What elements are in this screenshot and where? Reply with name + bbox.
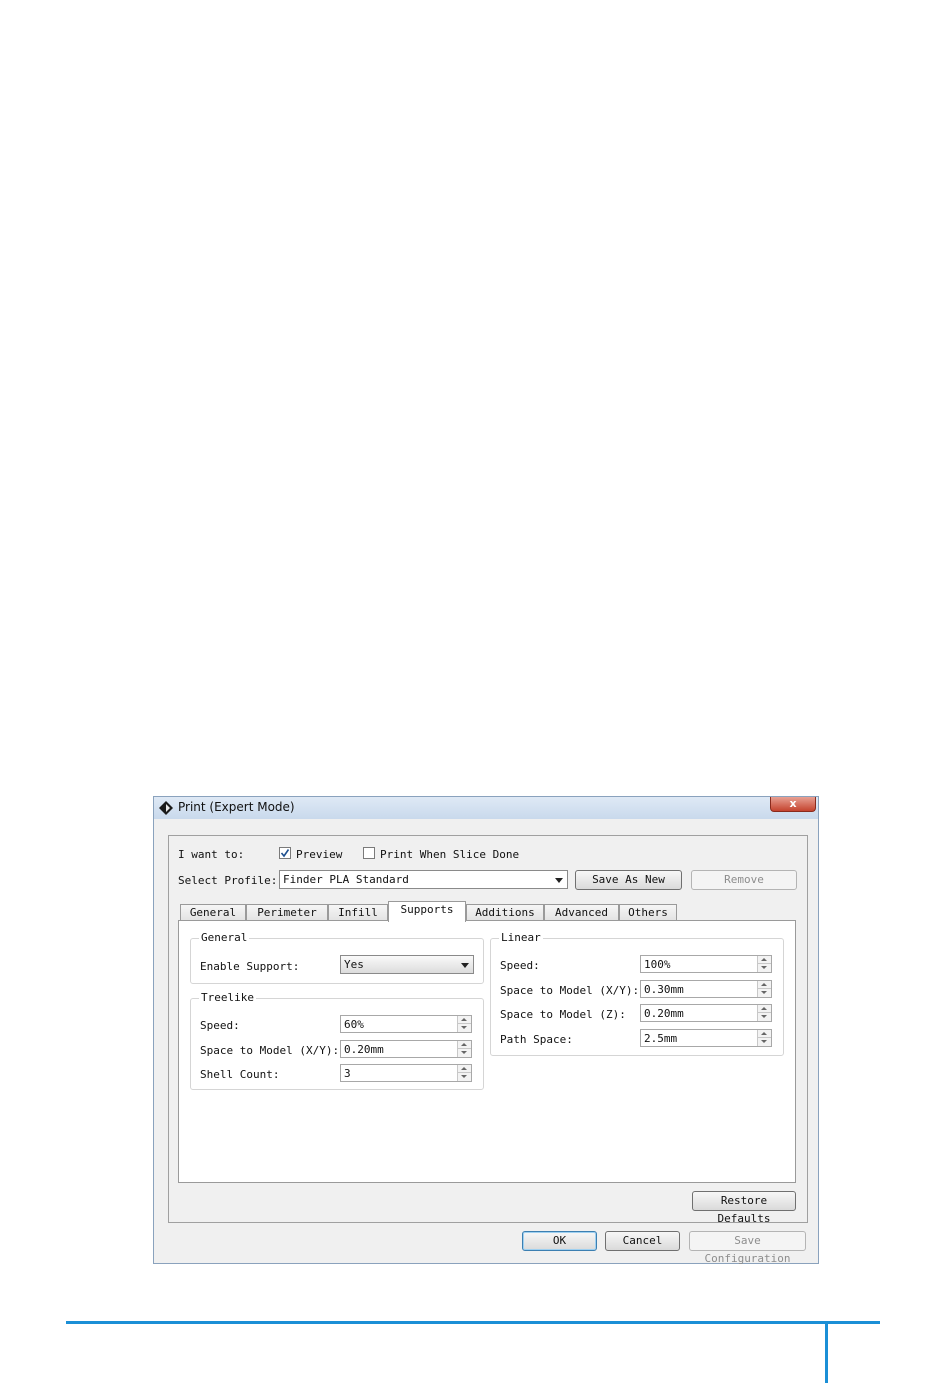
print-when-slice-done-checkbox[interactable] — [363, 847, 375, 859]
tab-others[interactable]: Others — [619, 904, 677, 921]
shell-count-spinbox[interactable]: 3 — [340, 1064, 472, 1082]
treelike-group-title: Treelike — [199, 991, 256, 1004]
profile-select-value: Finder PLA Standard — [283, 873, 409, 886]
spin-down-icon[interactable] — [757, 1013, 771, 1021]
checkmark-icon — [280, 849, 290, 858]
tab-general[interactable]: General — [180, 904, 246, 921]
treelike-space-xy-label: Space to Model (X/Y): — [200, 1044, 340, 1057]
spin-down-icon[interactable] — [457, 1073, 471, 1081]
enable-support-label: Enable Support: — [200, 960, 300, 973]
linear-group-title: Linear — [499, 931, 543, 944]
spin-down-icon[interactable] — [457, 1049, 471, 1057]
general-group-title: General — [199, 931, 250, 944]
linear-space-z-spinbox[interactable]: 0.20mm — [640, 1004, 772, 1022]
path-space-label: Path Space: — [500, 1033, 573, 1046]
treelike-speed-value: 60% — [344, 1018, 364, 1031]
print-when-slice-done-label[interactable]: Print When Slice Done — [380, 848, 519, 861]
save-as-new-button[interactable]: Save As New — [575, 870, 682, 890]
spin-down-icon[interactable] — [757, 964, 771, 972]
linear-space-z-label: Space to Model (Z): — [500, 1008, 626, 1021]
spin-up-icon[interactable] — [757, 981, 771, 989]
spin-up-icon[interactable] — [757, 1005, 771, 1013]
dropdown-arrow-icon — [461, 963, 469, 968]
ok-button[interactable]: OK — [522, 1231, 597, 1251]
shell-count-label: Shell Count: — [200, 1068, 280, 1081]
spin-down-icon[interactable] — [457, 1024, 471, 1032]
linear-speed-value: 100% — [644, 958, 671, 971]
preview-checkbox[interactable] — [279, 847, 291, 859]
flashprint-app-icon — [158, 800, 174, 816]
preview-label[interactable]: Preview — [296, 848, 342, 861]
spin-up-icon[interactable] — [757, 956, 771, 964]
tab-advanced[interactable]: Advanced — [544, 904, 619, 921]
spin-up-icon[interactable] — [457, 1065, 471, 1073]
footer-rule — [66, 1321, 880, 1324]
remove-button[interactable]: Remove — [691, 870, 797, 890]
enable-support-value: Yes — [344, 958, 364, 971]
tab-additions[interactable]: Additions — [466, 904, 544, 921]
footer-page-divider — [825, 1321, 828, 1383]
tab-infill[interactable]: Infill — [328, 904, 388, 921]
linear-space-xy-value: 0.30mm — [644, 983, 684, 996]
linear-space-xy-spinbox[interactable]: 0.30mm — [640, 980, 772, 998]
spin-down-icon[interactable] — [757, 1038, 771, 1046]
select-profile-label: Select Profile: — [178, 874, 278, 887]
supports-panel: General Enable Support: Yes Treelike Spe… — [178, 920, 796, 1183]
spin-up-icon[interactable] — [457, 1016, 471, 1024]
path-space-spinbox[interactable]: 2.5mm — [640, 1029, 772, 1047]
general-group: General Enable Support: Yes — [190, 931, 484, 984]
close-icon: x — [789, 797, 797, 810]
treelike-speed-spinbox[interactable]: 60% — [340, 1015, 472, 1033]
tab-supports[interactable]: Supports — [388, 901, 466, 922]
linear-speed-spinbox[interactable]: 100% — [640, 955, 772, 973]
spin-down-icon[interactable] — [757, 989, 771, 997]
linear-space-z-value: 0.20mm — [644, 1007, 684, 1020]
path-space-value: 2.5mm — [644, 1032, 678, 1045]
treelike-speed-label: Speed: — [200, 1019, 240, 1032]
cancel-button[interactable]: Cancel — [605, 1231, 680, 1251]
save-configuration-button[interactable]: Save Configuration — [689, 1231, 806, 1265]
window-title: Print (Expert Mode) — [178, 800, 295, 814]
treelike-space-xy-spinbox[interactable]: 0.20mm — [340, 1040, 472, 1058]
i-want-to-label: I want to: — [178, 848, 245, 861]
treelike-group: Treelike Speed: 60% Space to Model (X/Y)… — [190, 991, 484, 1090]
restore-defaults-button[interactable]: Restore Defaults — [692, 1191, 796, 1225]
shell-count-value: 3 — [344, 1067, 351, 1080]
linear-speed-label: Speed: — [500, 959, 540, 972]
spin-up-icon[interactable] — [757, 1030, 771, 1038]
title-bar[interactable]: Print (Expert Mode) x — [154, 797, 818, 819]
print-dialog: Print (Expert Mode) x I want to: Preview… — [153, 796, 819, 1265]
close-button[interactable]: x — [770, 797, 816, 812]
spin-up-icon[interactable] — [457, 1041, 471, 1049]
linear-space-xy-label: Space to Model (X/Y): — [500, 984, 640, 997]
tab-perimeter[interactable]: Perimeter — [246, 904, 328, 921]
treelike-space-xy-value: 0.20mm — [344, 1043, 384, 1056]
dropdown-arrow-icon — [555, 878, 563, 883]
linear-group: Linear Speed: 100% Space to Model (X/Y):… — [490, 931, 784, 1056]
profile-select[interactable]: Finder PLA Standard — [279, 870, 568, 889]
enable-support-select[interactable]: Yes — [340, 955, 474, 974]
